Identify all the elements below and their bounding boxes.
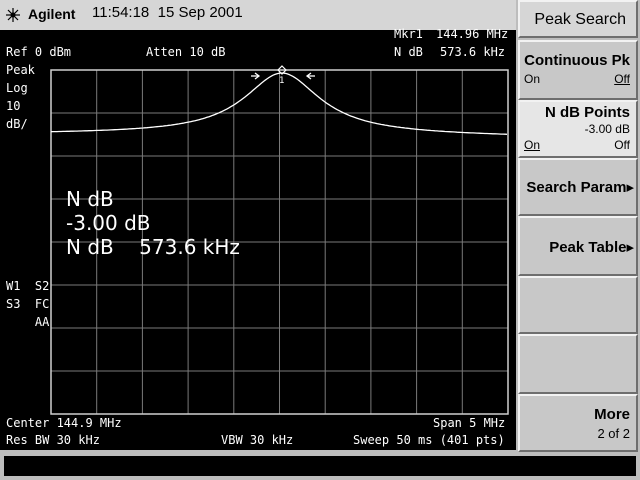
video-bandwidth: VBW 30 kHz (221, 433, 294, 447)
resolution-bandwidth: Res BW 30 kHz (6, 433, 100, 447)
ndb-points-value: -3.00 dB (584, 122, 630, 136)
center-frequency: Center 144.9 MHz (6, 416, 122, 430)
continuous-pk-off: Off (614, 72, 630, 86)
ndb-left-arrow-icon (251, 72, 261, 80)
ndb-points-off: Off (614, 138, 630, 152)
time: 11:54:18 (92, 4, 150, 21)
blank-softkey-1[interactable] (518, 276, 638, 334)
sweep-time: Sweep 50 ms (401 pts) (353, 433, 505, 447)
marker-number: 1 (279, 76, 284, 86)
blank-softkey-2[interactable] (518, 334, 638, 394)
peak-table-label: Peak Table▸ (549, 239, 634, 256)
search-param-button[interactable]: Search Param▸ (518, 158, 638, 216)
menu-title: Peak Search (518, 0, 638, 38)
span: Span 5 MHz (433, 416, 506, 430)
date: 15 Sep 2001 (157, 4, 243, 21)
readout-line-1: N dB (66, 187, 114, 211)
status-line (4, 456, 636, 476)
ndb-points-on: On (524, 138, 541, 152)
analyzer-screen: Mkr1 144.96 MHz Ref 0 dBm Atten 10 dB N … (0, 27, 516, 450)
more-label: More (594, 406, 630, 423)
submenu-arrow-icon: ▸ (626, 239, 634, 256)
peak-table-button[interactable]: Peak Table▸ (518, 216, 638, 276)
continuous-pk-on: On (524, 72, 541, 86)
agilent-logo-icon (6, 8, 20, 22)
date-time: 11:54:18 15 Sep 2001 (92, 4, 243, 21)
ndb-right-arrow-icon (305, 72, 315, 80)
more-button[interactable]: More 2 of 2 (518, 394, 638, 452)
readout-line-2: -3.00 dB (66, 211, 151, 235)
continuous-pk-button[interactable]: Continuous Pk On Off (518, 40, 638, 100)
ndb-points-button[interactable]: N dB Points -3.00 dB On Off (518, 100, 638, 158)
ndb-points-label: N dB Points (545, 104, 630, 121)
search-param-label: Search Param▸ (526, 179, 634, 196)
menu-title-label: Peak Search (534, 11, 626, 28)
menu-page-indicator: 2 of 2 (597, 426, 630, 441)
continuous-pk-label: Continuous Pk (524, 52, 630, 69)
submenu-arrow-icon: ▸ (626, 179, 634, 196)
brand-name: Agilent (28, 6, 76, 22)
readout-line-3: N dB 573.6 kHz (66, 235, 240, 259)
